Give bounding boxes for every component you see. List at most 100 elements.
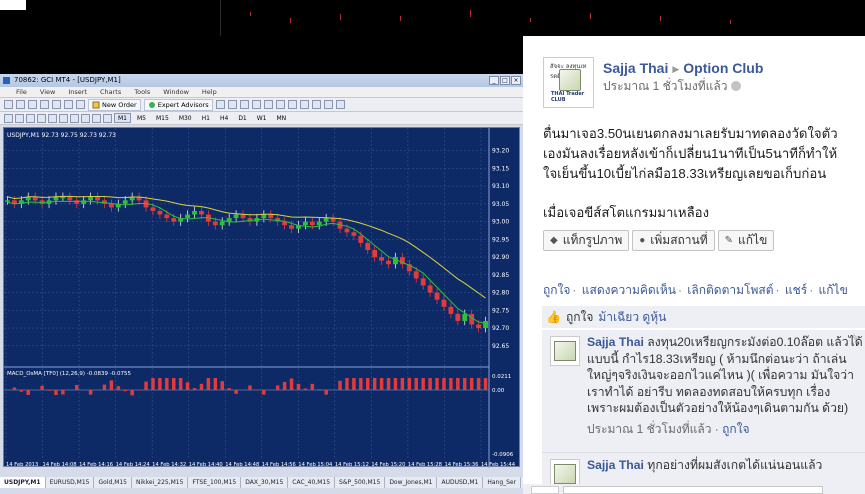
timeframe-d1[interactable]: D1 — [234, 113, 250, 123]
periods-icon[interactable] — [323, 100, 333, 109]
candle-body — [365, 242, 371, 250]
comment-input[interactable] — [563, 486, 823, 494]
post-author-link[interactable]: Sajja Thai — [603, 60, 668, 76]
post-timestamp[interactable]: ประมาณ 1 ชั่วโมงที่แล้ว — [603, 79, 727, 93]
new-chart-icon[interactable] — [4, 100, 13, 109]
candle-body — [344, 228, 350, 233]
tab-dax-m15[interactable]: DAX_30,M15 — [241, 477, 289, 488]
edit-button[interactable]: ✎ แก้ไข — [717, 230, 775, 251]
liker-name-link[interactable]: ม้าเฉียว ดูหุ้น — [598, 308, 666, 327]
vertical-line-icon[interactable] — [26, 113, 35, 123]
arrows-icon[interactable] — [103, 113, 112, 123]
mt4-app-icon — [3, 77, 10, 84]
chart-shift-icon[interactable] — [299, 100, 309, 109]
tab-usdjpy-m1[interactable]: USDJPY,M1 — [0, 477, 46, 488]
menu-window[interactable]: Window — [163, 87, 189, 97]
crosshair-icon[interactable] — [15, 113, 24, 123]
timeframe-mn[interactable]: MN — [273, 113, 291, 123]
candle-body — [427, 285, 433, 293]
timeframe-h1[interactable]: H1 — [198, 113, 214, 123]
timeframe-h4[interactable]: H4 — [216, 113, 232, 123]
candle-body — [233, 214, 239, 219]
share-link[interactable]: แชร์ — [785, 283, 807, 297]
price-tick-label: 93.20 — [492, 148, 509, 155]
tag-photo-button[interactable]: ◆ แท็กรูปภาพ — [543, 230, 630, 251]
auto-scroll-icon[interactable] — [287, 100, 297, 109]
unfollow-link[interactable]: เลิกติดตามโพสต์ — [687, 283, 773, 297]
add-location-button[interactable]: ● เพิ่มสถานที่ — [632, 230, 715, 251]
like-link[interactable]: ถูกใจ — [543, 283, 570, 297]
menu-view[interactable]: View — [40, 87, 55, 97]
comment-avatar[interactable] — [550, 459, 580, 484]
timeframe-m30[interactable]: M30 — [175, 113, 196, 123]
timeframe-w1[interactable]: W1 — [253, 113, 271, 123]
zoom-in-icon[interactable] — [251, 100, 261, 109]
strategy-tester-icon[interactable] — [76, 100, 85, 109]
indicators-icon[interactable] — [311, 100, 321, 109]
group-link[interactable]: Option Club — [683, 60, 763, 76]
profiles-icon[interactable] — [16, 100, 25, 109]
cursor-icon[interactable] — [4, 113, 13, 123]
bar-chart-icon[interactable] — [215, 100, 225, 109]
menu-insert[interactable]: Insert — [68, 87, 87, 97]
timeframe-m15[interactable]: M15 — [152, 113, 173, 123]
timeframe-m5[interactable]: M5 — [133, 113, 150, 123]
horizontal-line-icon[interactable] — [37, 113, 46, 123]
tab-gold-m15[interactable]: Gold,M15 — [94, 477, 132, 488]
page-logo[interactable]: สัจจะ ลงทุนเทรดดิ้ง THAI Trader CLUB — [543, 57, 594, 108]
candle-body — [192, 210, 197, 215]
menu-charts[interactable]: Charts — [100, 87, 121, 97]
comment-author-link[interactable]: Sajja Thai — [587, 458, 644, 472]
menu-help[interactable]: Help — [202, 87, 217, 97]
navigator-icon[interactable] — [52, 100, 61, 109]
tab-sp500-m15[interactable]: S&P_500,M15 — [335, 477, 386, 488]
candle-body — [60, 196, 66, 199]
tab-cac-m15[interactable]: CAC_40,M15 — [288, 477, 336, 488]
menu-tools[interactable]: Tools — [134, 87, 150, 97]
comment-like-link[interactable]: ถูกใจ — [722, 422, 749, 436]
label-tool-icon[interactable] — [92, 113, 101, 123]
expert-advisors-icon — [148, 101, 155, 108]
terminal-icon[interactable] — [64, 100, 73, 109]
tab-hangseng[interactable]: Hang_Ser — [483, 477, 522, 488]
tab-audusd-m1[interactable]: AUDUSD,M1 — [437, 477, 484, 488]
menu-file[interactable]: File — [16, 87, 27, 97]
candlesticks-icon[interactable] — [227, 100, 237, 109]
templates-icon[interactable] — [335, 100, 345, 109]
candle-body — [483, 320, 488, 329]
expert-advisors-label: Expert Advisors — [157, 100, 209, 109]
candle-body — [74, 200, 80, 204]
market-watch-icon[interactable] — [28, 100, 37, 109]
fibonacci-icon[interactable] — [70, 113, 79, 123]
tile-windows-icon[interactable] — [275, 100, 285, 109]
tab-eurusd-m15[interactable]: EURUSD,M15 — [46, 477, 95, 488]
close-button[interactable]: × — [511, 76, 521, 85]
expert-advisors-button[interactable]: Expert Advisors — [143, 98, 213, 111]
minimize-button[interactable]: _ — [489, 76, 499, 85]
comment-link[interactable]: แสดงความคิดเห็น — [582, 283, 676, 297]
comment-avatar[interactable] — [550, 336, 580, 366]
trendline-icon[interactable] — [48, 113, 57, 123]
new-order-button[interactable]: New Order — [88, 98, 141, 111]
tab-ftse-m15[interactable]: FTSE_100,M15 — [188, 477, 242, 488]
data-window-icon[interactable] — [40, 100, 49, 109]
channel-icon[interactable] — [59, 113, 68, 123]
post-line-2: เองมันลงเรื่อยหลังเข้าก็เปลี่ยน1นาทีเป็น… — [543, 146, 838, 161]
edit-link[interactable]: แก้ไข — [819, 283, 848, 297]
text-tool-icon[interactable] — [81, 113, 90, 123]
price-chart[interactable]: USDJPY,M1 92.73 92.75 92.73 92.73 MACD_O… — [3, 127, 520, 468]
privacy-globe-icon[interactable] — [731, 81, 742, 91]
line-chart-icon[interactable] — [239, 100, 249, 109]
zoom-out-icon[interactable] — [263, 100, 273, 109]
maximize-button[interactable]: □ — [500, 76, 510, 85]
time-tick-label: 14 Feb 15:04 — [298, 462, 333, 468]
comment-author-link[interactable]: Sajja Thai — [587, 335, 644, 349]
tag-photo-label: แท็กรูปภาพ — [562, 233, 623, 247]
timeframe-m1[interactable]: M1 — [114, 113, 131, 123]
composer-avatar — [531, 486, 559, 494]
macd-label: MACD_OsMA [TF0] (12,26,9) -0.0839 -0.075… — [7, 371, 131, 377]
tab-nikkei-m15[interactable]: Nikkei_225,M15 — [132, 477, 189, 488]
comment-time[interactable]: ประมาณ 1 ชั่วโมงที่แล้ว — [587, 422, 711, 436]
candle-body — [413, 271, 419, 279]
tab-dowjones-m1[interactable]: Dow_Jones,M1 — [385, 477, 438, 488]
